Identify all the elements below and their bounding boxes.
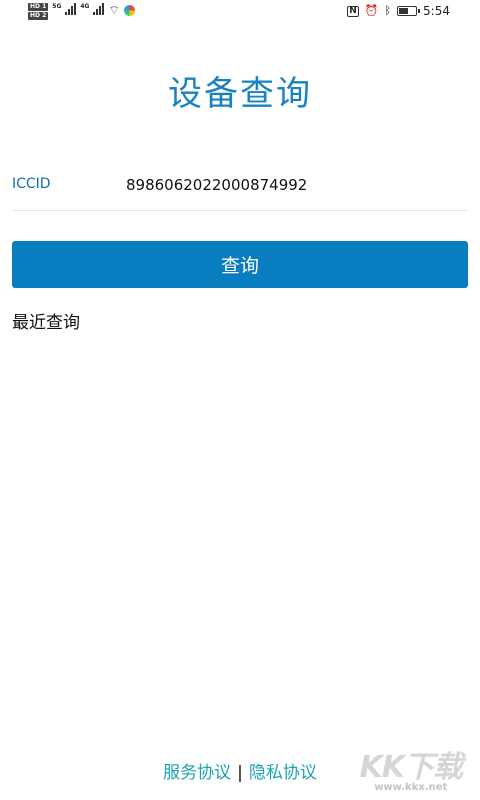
wifi-icon: ⌔: [108, 3, 120, 17]
network-type-2: 4G: [80, 3, 90, 10]
clock: 5:54: [423, 4, 450, 18]
watermark: KK下载 www.kkx.net: [360, 742, 463, 793]
privacy-agreement-link[interactable]: 隐私协议: [249, 763, 317, 783]
status-right: N ⏰ ᛒ 5:54: [347, 4, 450, 18]
iccid-input[interactable]: [126, 172, 456, 198]
recent-queries-heading: 最近查询: [12, 313, 80, 333]
query-button[interactable]: 查询: [12, 241, 468, 288]
status-left: HD 1 HD 2 5G 4G ⌔: [28, 3, 135, 20]
battery-level: [399, 8, 409, 14]
signal-icon-2: [93, 3, 105, 15]
footer-separator: |: [237, 763, 243, 783]
network-type-1: 5G: [52, 3, 62, 10]
hd-badge-2: HD 2: [28, 12, 49, 20]
watermark-url: www.kkx.net: [374, 782, 448, 793]
nfc-icon: N: [347, 5, 359, 17]
bluetooth-icon: ᛒ: [384, 4, 392, 17]
service-agreement-link[interactable]: 服务协议: [163, 763, 231, 783]
hd-badge-1: HD 1: [28, 3, 49, 11]
app-notification-icon: [123, 5, 135, 16]
screen: HD 1 HD 2 5G 4G ⌔ N ⏰ ᛒ 5:54 设备查询 ICCID …: [0, 0, 480, 800]
iccid-row: ICCID: [12, 172, 468, 211]
page-title: 设备查询: [168, 74, 312, 114]
alarm-icon: ⏰: [364, 4, 379, 17]
signal-icon-1: [65, 3, 77, 15]
iccid-label: ICCID: [12, 176, 51, 192]
hd-badges: HD 1 HD 2: [28, 3, 49, 20]
status-bar: HD 1 HD 2 5G 4G ⌔ N ⏰ ᛒ 5:54: [0, 0, 480, 24]
watermark-logo: KK下载: [359, 750, 463, 785]
battery-icon: [397, 6, 421, 16]
